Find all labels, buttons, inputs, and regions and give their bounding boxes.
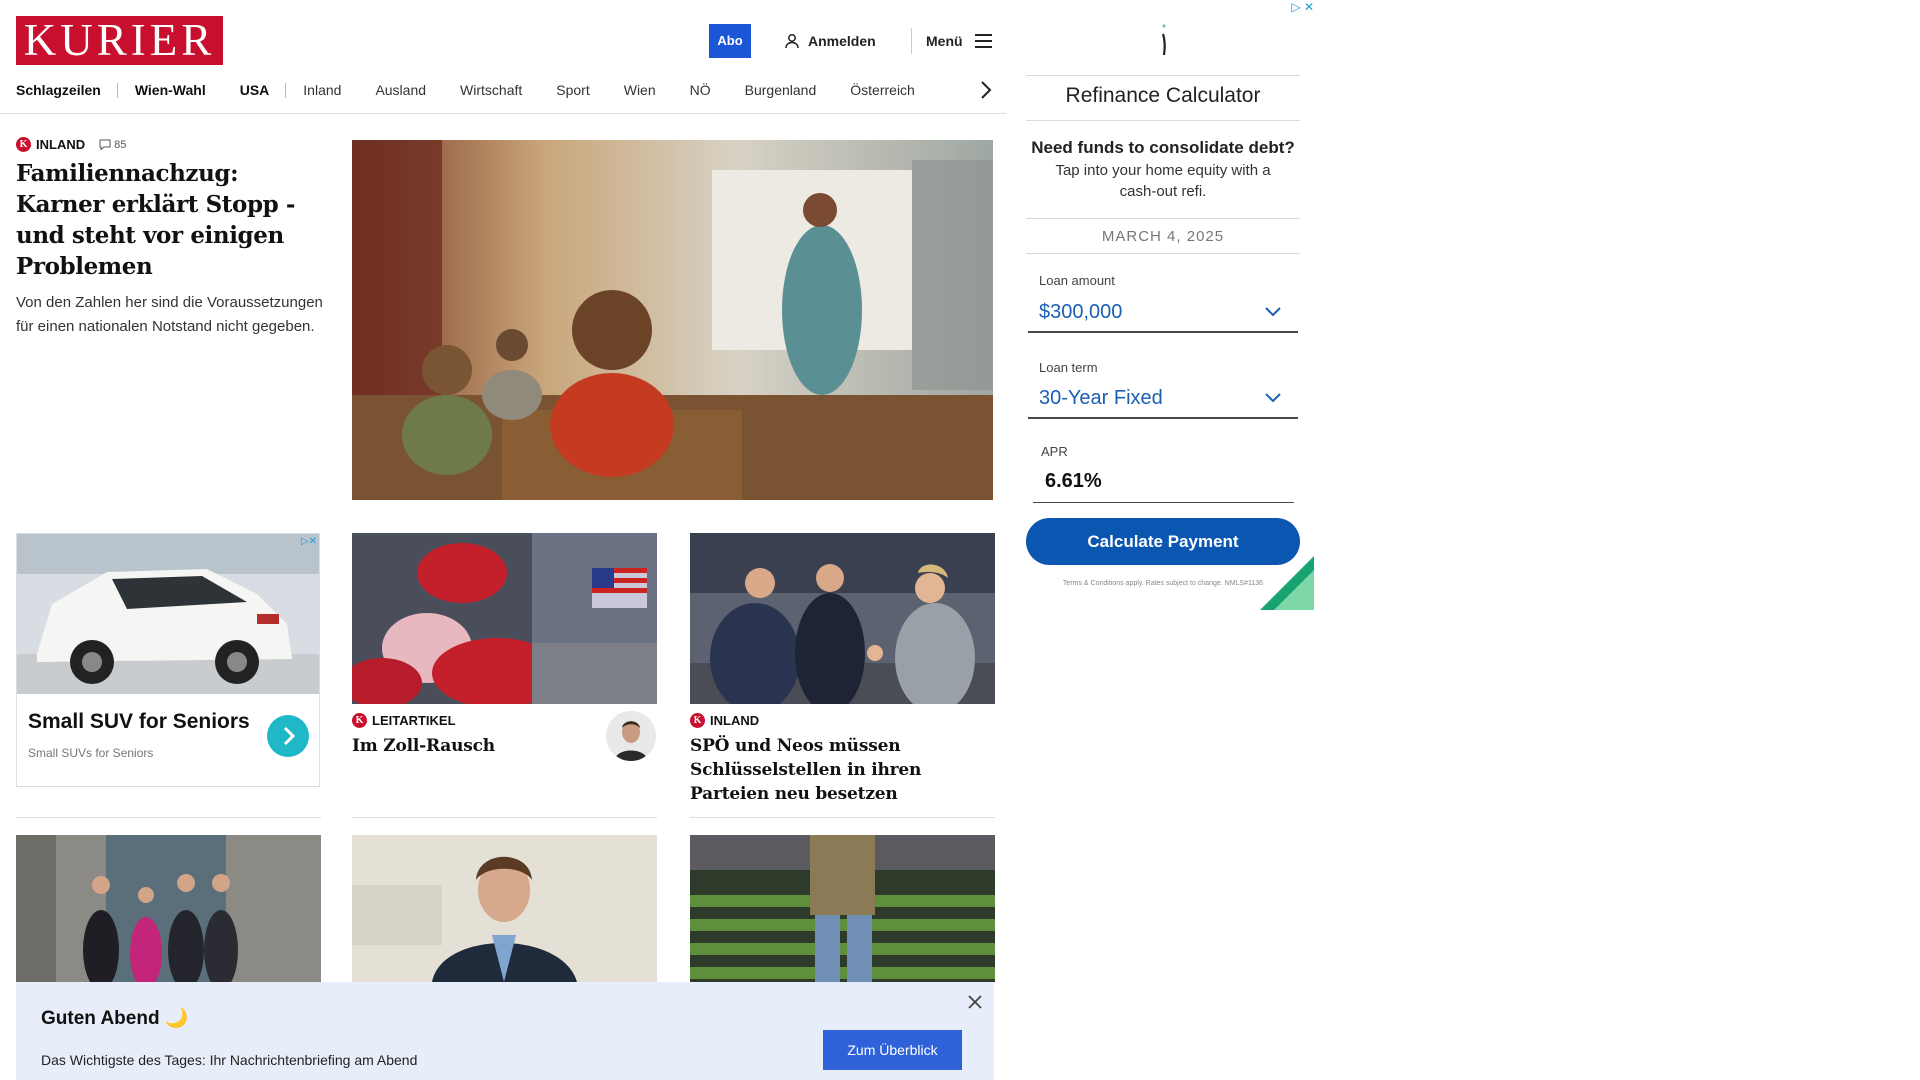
- decorative-corner: [1260, 556, 1314, 610]
- adchoices-icon[interactable]: ▷✕: [301, 536, 317, 547]
- ad-divider: [1026, 218, 1300, 219]
- ad-divider: [1026, 120, 1300, 121]
- field-underline: [1028, 417, 1298, 419]
- author-avatar: [606, 711, 656, 761]
- card-zoll[interactable]: K LEITARTIKEL Im Zoll-Rausch: [352, 713, 592, 758]
- comment-icon: [99, 139, 111, 150]
- ad-headline: Need funds to consolidate debt?: [1031, 138, 1295, 157]
- row-divider: [352, 817, 657, 818]
- section-name: INLAND: [710, 713, 760, 728]
- row-divider: [16, 817, 321, 818]
- man-portrait-photo: [352, 835, 657, 982]
- politicians-walking-photo: [16, 835, 321, 982]
- apr-value: 6.61%: [1045, 470, 1102, 492]
- row-divider: [690, 817, 995, 818]
- kurier-k-icon: K: [16, 137, 31, 152]
- nav-item-inland[interactable]: Inland: [286, 76, 358, 104]
- login-link[interactable]: Anmelden: [784, 24, 876, 58]
- adchoices-icon[interactable]: ▷ ✕: [1291, 0, 1314, 14]
- loan-term-select[interactable]: 30-Year Fixed: [1039, 387, 1163, 410]
- ad-subtitle: Small SUVs for Seniors: [28, 746, 154, 760]
- chevron-right-icon: [283, 726, 296, 746]
- user-icon: [785, 34, 799, 49]
- card-image-bottom-2[interactable]: [352, 835, 657, 982]
- kurier-k-icon: K: [690, 713, 705, 728]
- ad-terms: Terms & Conditions apply. Rates subject …: [1062, 580, 1264, 587]
- lead-article[interactable]: K INLAND 85 Familiennachzug: Karner erkl…: [16, 137, 326, 339]
- section-name: INLAND: [36, 137, 86, 152]
- chevron-down-icon[interactable]: [1264, 392, 1282, 404]
- nav-item-noe[interactable]: NÖ: [673, 76, 728, 104]
- card-image-bottom-1[interactable]: [16, 835, 321, 982]
- advertiser-logo-icon: [1161, 24, 1166, 56]
- menu-button[interactable]: Menü: [926, 24, 992, 58]
- nav-item-usa[interactable]: USA: [223, 76, 287, 104]
- ad-divider: [1026, 75, 1300, 76]
- loan-term-label: Loan term: [1039, 360, 1098, 375]
- header-divider: [911, 28, 912, 54]
- maga-caps-photo: [352, 533, 657, 704]
- nav-divider: [0, 113, 1006, 114]
- ad-title[interactable]: Small SUV for Seniors: [28, 710, 250, 734]
- loan-amount-select[interactable]: $300,000: [1039, 301, 1122, 324]
- nav-item-sport[interactable]: Sport: [539, 76, 606, 104]
- nav-item-schlagzeilen[interactable]: Schlagzeilen: [16, 76, 118, 104]
- apr-label: APR: [1041, 444, 1068, 459]
- lead-headline[interactable]: Familiennachzug: Karner erklärt Stopp - …: [16, 158, 326, 282]
- ad-calculator-title: Refinance Calculator: [1065, 84, 1261, 107]
- close-icon[interactable]: [966, 993, 984, 1011]
- field-underline: [1028, 331, 1298, 333]
- card-image-bottom-3[interactable]: [690, 835, 995, 982]
- card-image-zoll[interactable]: [352, 533, 657, 704]
- abo-button[interactable]: Abo: [709, 24, 751, 58]
- section-label: K INLAND: [16, 137, 85, 152]
- login-label: Anmelden: [808, 33, 876, 49]
- banner-title: Guten Abend 🌙: [41, 1008, 189, 1029]
- nav-item-ausland[interactable]: Ausland: [358, 76, 443, 104]
- main-nav: Schlagzeilen Wien-Wahl USA Inland Auslan…: [16, 76, 1001, 104]
- evening-briefing-banner: Guten Abend 🌙 Das Wichtigste des Tages: …: [16, 982, 994, 1080]
- ad-go-button[interactable]: [267, 715, 309, 757]
- section-name: LEITARTIKEL: [372, 713, 456, 728]
- lead-teaser: Von den Zahlen her sind die Voraussetzun…: [16, 294, 323, 335]
- hamburger-icon: [974, 34, 992, 48]
- card-headline[interactable]: Im Zoll-Rausch: [352, 734, 592, 758]
- field-underline: [1033, 502, 1294, 503]
- nav-item-wien[interactable]: Wien: [607, 76, 673, 104]
- nav-item-burgenland[interactable]: Burgenland: [728, 76, 834, 104]
- loan-amount-label: Loan amount: [1039, 273, 1115, 288]
- fashion-runway-photo: [690, 835, 995, 982]
- suv-ad[interactable]: ▷✕ Small SUV for Seniors Small SUVs for …: [16, 533, 320, 787]
- kurier-logo[interactable]: KURIER: [16, 16, 223, 65]
- chevron-down-icon[interactable]: [1264, 306, 1282, 318]
- nav-item-wirtschaft[interactable]: Wirtschaft: [443, 76, 539, 104]
- kurier-k-icon: K: [352, 713, 367, 728]
- calculate-payment-button[interactable]: Calculate Payment: [1026, 518, 1300, 565]
- banner-text: Das Wichtigste des Tages: Ihr Nachrichte…: [41, 1052, 418, 1068]
- card-headline[interactable]: SPÖ und Neos müssen Schlüsselstellen in …: [690, 734, 995, 806]
- ad-date: MARCH 4, 2025: [1101, 228, 1225, 245]
- lead-image[interactable]: [352, 140, 993, 500]
- comment-count[interactable]: 85: [99, 139, 126, 151]
- ad-divider: [1026, 253, 1300, 254]
- menu-label: Menü: [926, 33, 963, 49]
- suv-photo: [17, 534, 319, 694]
- classroom-photo: [352, 140, 993, 500]
- chevron-right-icon[interactable]: [976, 78, 996, 102]
- nav-item-oesterreich[interactable]: Österreich: [833, 76, 932, 104]
- overview-button[interactable]: Zum Überblick: [823, 1030, 962, 1070]
- ad-body: Tap into your home equity with a cash-ou…: [1055, 162, 1271, 200]
- card-spoe[interactable]: K INLAND SPÖ und Neos müssen Schlüsselst…: [690, 713, 995, 806]
- section-label: K LEITARTIKEL: [352, 713, 592, 728]
- card-image-spoe[interactable]: [690, 533, 995, 704]
- refinance-calculator-ad: ▷ ✕ Refinance Calculator Need funds to c…: [1026, 0, 1314, 610]
- nav-item-wien-wahl[interactable]: Wien-Wahl: [118, 76, 223, 104]
- politicians-photo: [690, 533, 995, 704]
- section-label: K INLAND: [690, 713, 995, 728]
- comment-count-value: 85: [114, 138, 127, 151]
